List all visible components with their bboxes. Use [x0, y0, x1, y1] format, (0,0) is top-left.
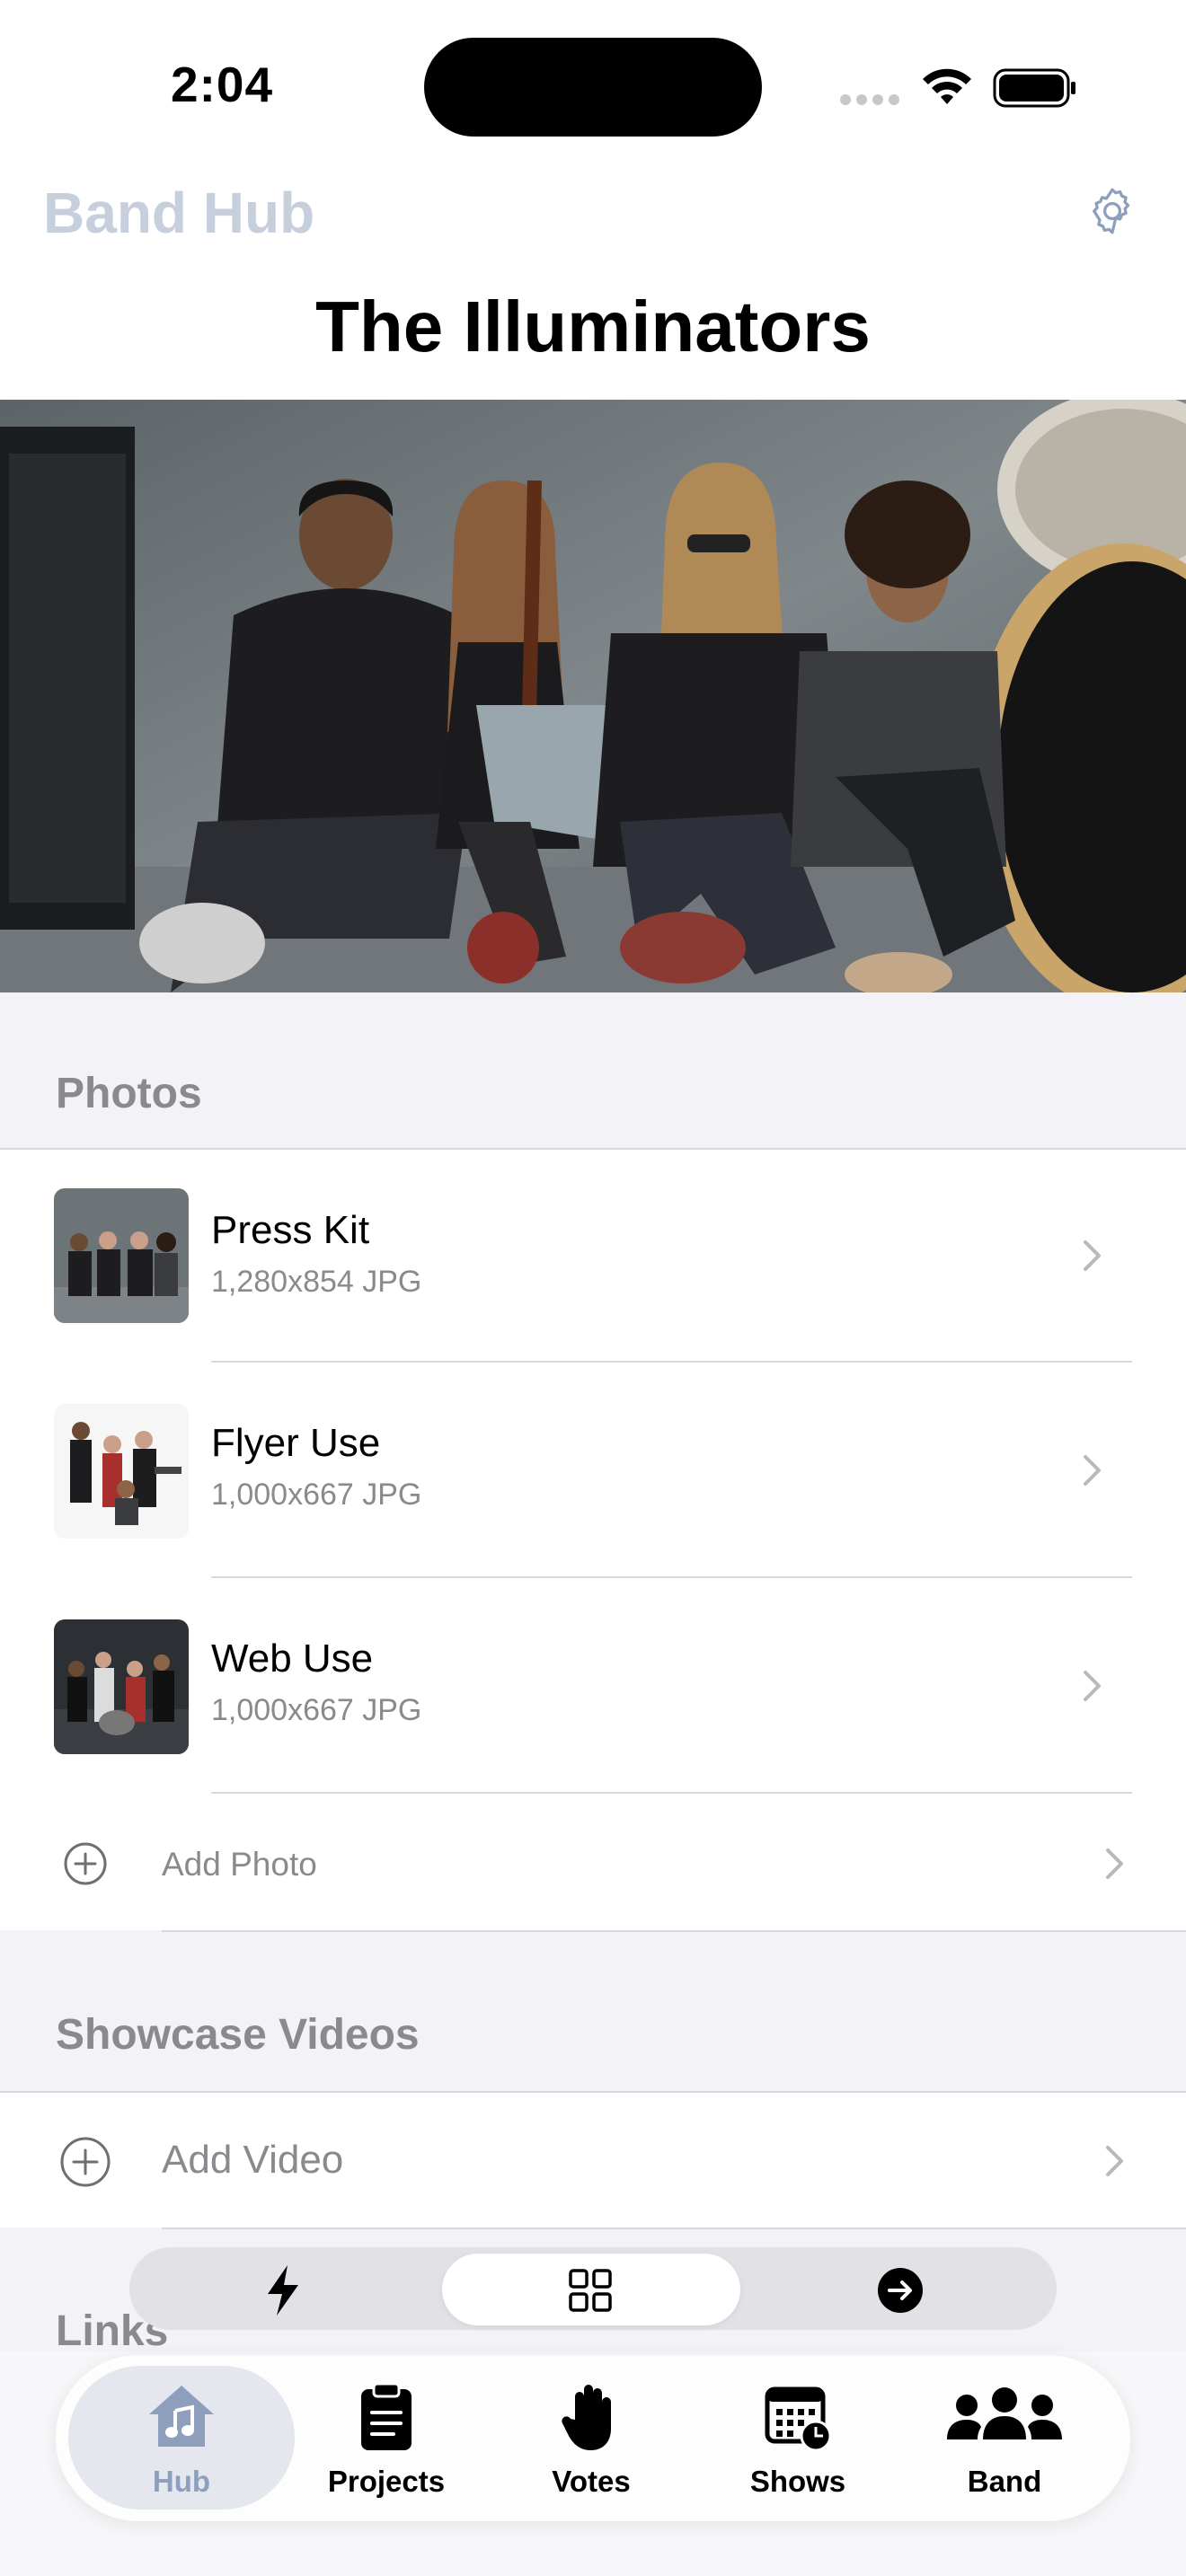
tab-label: Shows: [749, 2465, 846, 2498]
add-photo-label: Add Photo: [162, 1846, 317, 1883]
tab-shows[interactable]: Shows: [699, 2371, 897, 2506]
bolt-icon[interactable]: [261, 2263, 305, 2317]
web-use-thumbnail: [54, 1619, 189, 1754]
photos-section-title: Photos: [56, 1070, 202, 1117]
wifi-icon: [923, 68, 971, 104]
add-video-label: Add Video: [162, 2138, 344, 2182]
plus-circle-icon: [64, 1842, 107, 1885]
chevron-right-icon: [1084, 1240, 1101, 1271]
house-music-icon: [149, 2386, 214, 2447]
chevron-right-icon: [1084, 1455, 1101, 1486]
press-kit-thumbnail: [54, 1188, 189, 1323]
chevron-right-icon: [1106, 1848, 1123, 1879]
photo-dimensions: 1,280x854 JPG: [211, 1265, 422, 1299]
hand-icon: [562, 2385, 611, 2450]
cellular-signal-icon: [840, 93, 905, 110]
photo-row-press-kit[interactable]: Press Kit 1,280x854 JPG: [0, 1150, 1186, 1362]
clipboard-icon: [361, 2382, 412, 2450]
grid-icon[interactable]: [568, 2268, 613, 2313]
photo-title: Flyer Use: [211, 1421, 381, 1465]
settings-gear-icon[interactable]: [1087, 186, 1137, 236]
tab-label: Votes: [552, 2465, 631, 2498]
flyer-use-thumbnail: [54, 1404, 189, 1539]
photo-row-web-use[interactable]: Web Use 1,000x667 JPG: [0, 1578, 1186, 1792]
add-photo-row[interactable]: Add Photo: [0, 1794, 1186, 1930]
people-icon: [947, 2387, 1062, 2439]
plus-circle-icon: [60, 2137, 111, 2187]
divider: [162, 2228, 1186, 2229]
photo-title: Press Kit: [211, 1208, 370, 1252]
tab-votes[interactable]: Votes: [492, 2371, 690, 2506]
tab-label: Projects: [327, 2465, 446, 2498]
arrow-right-circle-icon[interactable]: [877, 2267, 924, 2314]
add-video-row[interactable]: Add Video: [0, 2093, 1186, 2228]
band-hero-photo: [0, 400, 1186, 992]
dynamic-island: [424, 38, 762, 137]
photo-row-flyer-use[interactable]: Flyer Use 1,000x667 JPG: [0, 1363, 1186, 1576]
app-name: Band Hub: [43, 181, 315, 245]
battery-icon: [993, 68, 1075, 108]
chevron-right-icon: [1106, 2146, 1123, 2176]
tab-label: Band: [967, 2465, 1042, 2498]
photo-dimensions: 1,000x667 JPG: [211, 1693, 422, 1727]
band-name-title: The Illuminators: [315, 287, 871, 366]
calendar-clock-icon: [765, 2386, 832, 2452]
videos-section-title: Showcase Videos: [56, 2011, 420, 2059]
tab-label: Hub: [152, 2465, 211, 2498]
chevron-right-icon: [1084, 1671, 1101, 1701]
divider: [162, 1930, 1186, 1932]
photo-dimensions: 1,000x667 JPG: [211, 1478, 422, 1512]
tab-band[interactable]: Band: [906, 2371, 1103, 2506]
status-time: 2:04: [171, 57, 274, 112]
tab-hub[interactable]: Hub: [83, 2371, 280, 2506]
photo-title: Web Use: [211, 1636, 374, 1681]
tab-projects[interactable]: Projects: [288, 2371, 485, 2506]
